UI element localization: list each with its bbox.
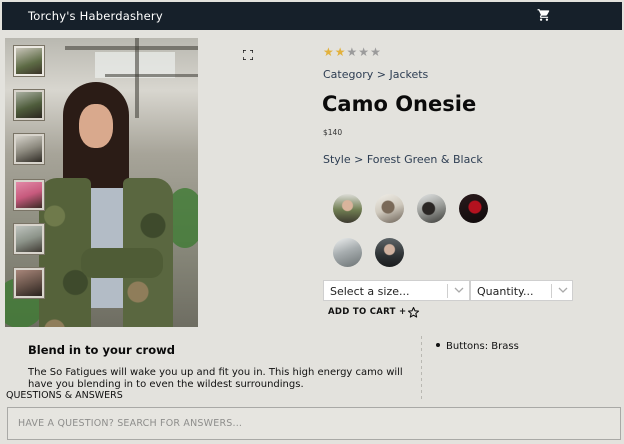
product-price: $140: [323, 128, 343, 137]
site-header: Torchy's Haberdashery: [2, 2, 622, 30]
background-beam: [65, 46, 198, 50]
feature-item: Buttons: Brass: [436, 341, 519, 352]
star-filled-icon: ★: [334, 45, 347, 59]
background-beam: [105, 74, 198, 77]
product-category: Category > Jackets: [323, 68, 429, 81]
style-swatch-forest-green[interactable]: [333, 194, 362, 223]
select-divider: [551, 284, 552, 298]
star-empty-icon: ★: [346, 45, 359, 59]
qa-search-input[interactable]: [8, 408, 620, 439]
star-empty-icon: ★: [370, 45, 382, 59]
star-outline-icon[interactable]: [407, 306, 420, 319]
style-swatch[interactable]: [417, 194, 446, 223]
background-beam: [135, 38, 139, 118]
selected-style: Style > Forest Green & Black: [323, 153, 483, 166]
brand-name[interactable]: Torchy's Haberdashery: [28, 9, 163, 23]
size-select[interactable]: Select a size...: [323, 280, 470, 301]
quantity-select[interactable]: Quantity...: [470, 280, 573, 301]
style-swatch[interactable]: [375, 238, 404, 267]
add-to-cart-button[interactable]: ADD TO CART +: [328, 307, 406, 317]
model-face: [79, 104, 113, 148]
product-slogan: Blend in to your crowd: [28, 343, 175, 357]
overview-divider: [421, 336, 422, 400]
quantity-select-value: Quantity...: [477, 285, 534, 298]
star-filled-icon: ★: [323, 45, 335, 59]
thumbnail[interactable]: [14, 134, 44, 164]
thumbnail[interactable]: [14, 224, 44, 254]
thumbnail[interactable]: [14, 180, 44, 210]
thumbnail[interactable]: [14, 268, 44, 298]
size-select-value: Select a size...: [330, 285, 410, 298]
thumbnail[interactable]: [14, 46, 44, 76]
bullet-icon: [436, 343, 440, 347]
product-title: Camo Onesie: [322, 92, 477, 116]
select-divider: [447, 284, 448, 298]
feature-text: Buttons: Brass: [446, 341, 519, 352]
qa-heading: QUESTIONS & ANSWERS: [6, 390, 123, 401]
style-swatch[interactable]: [375, 194, 404, 223]
product-description: The So Fatigues will wake you up and fit…: [28, 367, 403, 390]
expand-icon[interactable]: [243, 50, 253, 60]
star-empty-icon: ★: [358, 45, 371, 59]
rating-stars: ★★★★★: [323, 45, 382, 59]
thumbnail[interactable]: [14, 90, 44, 120]
model-arms: [81, 248, 163, 278]
qa-search-box[interactable]: [7, 407, 621, 440]
style-swatch[interactable]: [333, 238, 362, 267]
style-swatch[interactable]: [459, 194, 488, 223]
chevron-down-icon: [454, 287, 464, 293]
shopping-cart-icon[interactable]: [537, 8, 551, 22]
chevron-down-icon: [558, 287, 568, 293]
